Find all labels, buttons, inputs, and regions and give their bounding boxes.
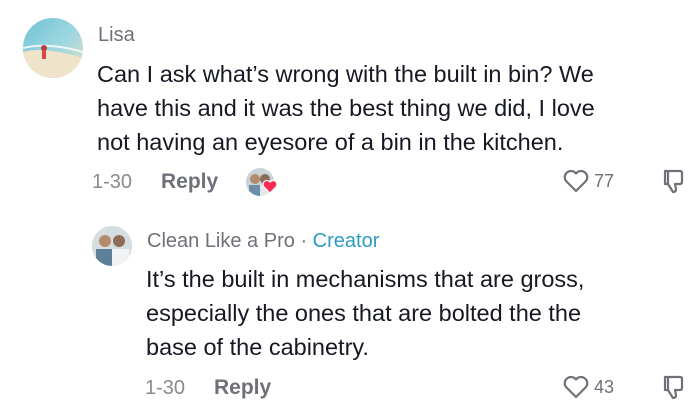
author-separator: · [300, 230, 308, 252]
heart-outline-icon [563, 169, 589, 193]
comment-text-line: It’s the built in mechanisms that are gr… [146, 266, 585, 292]
comment-author: Clean Like a Pro · Creator [147, 230, 379, 253]
reply-button[interactable]: Reply [214, 376, 271, 400]
avatar-beach-image [23, 18, 83, 78]
dislike-icon[interactable] [660, 374, 686, 400]
avatar[interactable] [92, 226, 132, 266]
creator-badge: Creator [312, 230, 380, 252]
reply-button[interactable]: Reply [161, 170, 218, 194]
comment-date: 1-30 [145, 377, 186, 399]
comment-date: 1-30 [92, 171, 133, 193]
comment-text-line: have this and it was the best thing we d… [97, 95, 595, 121]
comment-text: It’s the built in mechanisms that are gr… [146, 262, 686, 364]
comment-text: Can I ask what’s wrong with the built in… [97, 57, 687, 159]
avatar[interactable] [23, 18, 83, 78]
comment-text-line: not having an eyesore of a bin in the ki… [97, 129, 564, 155]
heart-reaction-icon [262, 179, 278, 194]
comment-text-line: base of the cabinetry. [146, 334, 369, 360]
like-count: 77 [594, 170, 615, 191]
like-button[interactable]: 43 [562, 374, 614, 400]
comment-author[interactable]: Lisa [98, 24, 135, 47]
comment-text-line: especially the ones that are bolted the … [146, 300, 582, 326]
heart-outline-icon [563, 375, 589, 399]
like-button[interactable]: 77 [562, 168, 614, 194]
dislike-icon[interactable] [660, 168, 686, 194]
comment-text-line: Can I ask what’s wrong with the built in… [97, 61, 594, 87]
author-name[interactable]: Clean Like a Pro [147, 230, 295, 252]
like-count: 43 [594, 376, 615, 397]
avatar-creator-image [92, 226, 132, 266]
